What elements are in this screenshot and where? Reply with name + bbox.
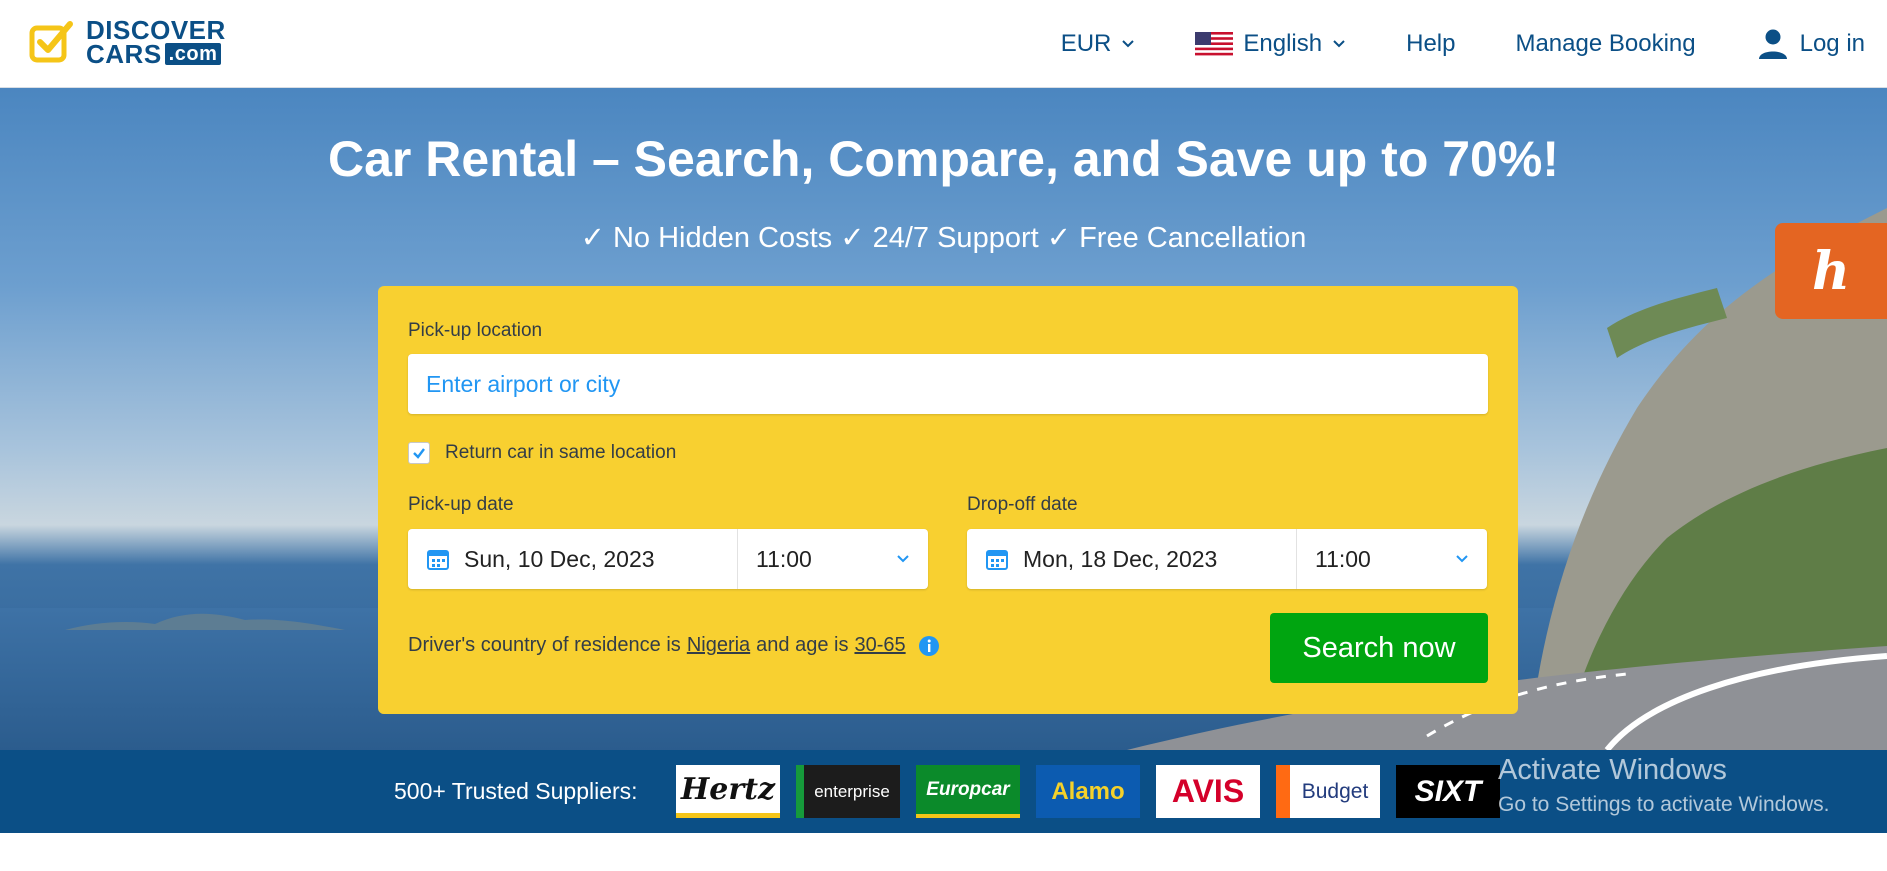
supplier-hertz-logo: Hertz <box>676 765 780 818</box>
search-form: Pick-up location Return car in same loca… <box>378 286 1518 714</box>
dropoff-time-value: 11:00 <box>1315 545 1371 572</box>
return-same-checkbox[interactable] <box>408 442 430 464</box>
dropoff-date-picker[interactable]: Mon, 18 Dec, 2023 <box>967 529 1297 589</box>
dropoff-date-label: Drop-off date <box>967 494 1078 515</box>
logo-line2: CARS .com <box>86 39 226 69</box>
discovercars-logo[interactable]: DISCOVER CARS .com <box>28 17 226 69</box>
pickup-date-label: Pick-up date <box>408 494 514 515</box>
supplier-avis-logo: AVIS <box>1156 765 1260 818</box>
help-link[interactable]: Help <box>1406 30 1455 58</box>
dropoff-date-field: Mon, 18 Dec, 2023 11:00 <box>967 529 1487 589</box>
currency-label: EUR <box>1060 30 1112 57</box>
chevron-down-icon <box>1456 555 1468 563</box>
login-link[interactable]: Log in <box>1756 27 1865 61</box>
supplier-logos: Hertz enterprise Europcar Alamo AVIS Bud… <box>676 765 1500 818</box>
chevron-down-icon <box>1122 40 1135 48</box>
user-icon <box>1758 29 1787 59</box>
logo-cars: CARS <box>86 39 162 69</box>
pickup-time-select[interactable]: 11:00 <box>738 529 928 589</box>
dropoff-date-value: Mon, 18 Dec, 2023 <box>1023 545 1218 572</box>
info-icon[interactable] <box>918 635 940 657</box>
logo-wordmark: DISCOVER CARS .com <box>86 17 226 69</box>
page-continuation <box>0 833 1887 871</box>
currency-selector[interactable]: EUR <box>1061 30 1136 58</box>
chevron-down-icon <box>897 555 909 563</box>
manage-booking-link[interactable]: Manage Booking <box>1515 30 1695 58</box>
watermark-line1: Activate Windows <box>1498 754 1727 786</box>
driver-mid: and age is <box>756 634 849 656</box>
language-label: English <box>1243 30 1323 57</box>
language-selector[interactable]: English <box>1195 30 1346 58</box>
search-now-button[interactable]: Search now <box>1270 613 1488 683</box>
pickup-date-field: Sun, 10 Dec, 2023 11:00 <box>408 529 928 589</box>
supplier-budget-logo: Budget <box>1276 765 1380 818</box>
calendar-icon <box>427 550 449 570</box>
pickup-location-input[interactable] <box>408 354 1488 414</box>
pickup-date-picker[interactable]: Sun, 10 Dec, 2023 <box>408 529 738 589</box>
driver-age-link[interactable]: 30-65 <box>854 634 905 657</box>
pickup-location-label: Pick-up location <box>408 320 543 341</box>
calendar-icon <box>986 550 1008 570</box>
driver-prefix: Driver's country of residence is <box>408 634 681 656</box>
supplier-europcar-logo: Europcar <box>916 765 1020 818</box>
honey-extension-button[interactable]: h <box>1775 223 1887 319</box>
watermark-line2: Go to Settings to activate Windows. <box>1498 793 1830 816</box>
island-illustration <box>65 613 345 630</box>
header-nav: EUR English Help Manage Booking Log in <box>1061 0 1865 88</box>
checkmark-icon <box>413 448 425 459</box>
logo-check-icon <box>29 21 73 63</box>
us-flag-icon <box>1195 32 1234 56</box>
supplier-enterprise-logo: enterprise <box>796 765 900 818</box>
hero-title: Car Rental – Search, Compare, and Save u… <box>328 131 1559 187</box>
supplier-sixt-logo: SIXT <box>1396 765 1500 818</box>
hero-subtitle: ✓ No Hidden Costs ✓ 24/7 Support ✓ Free … <box>580 222 1307 254</box>
login-label: Log in <box>1799 30 1865 57</box>
driver-info-line: Driver's country of residence is Nigeria… <box>408 634 940 657</box>
pickup-date-value: Sun, 10 Dec, 2023 <box>464 545 655 572</box>
dropoff-time-select[interactable]: 11:00 <box>1297 529 1487 589</box>
suppliers-label: 500+ Trusted Suppliers: <box>394 778 638 804</box>
hero-section: Car Rental – Search, Compare, and Save u… <box>0 88 1887 750</box>
supplier-alamo-logo: Alamo <box>1036 765 1140 818</box>
pickup-time-value: 11:00 <box>756 545 812 572</box>
return-same-label: Return car in same location <box>445 442 677 463</box>
chevron-down-icon <box>1333 40 1345 48</box>
logo-com: .com <box>164 43 222 65</box>
activate-windows-watermark: Activate Windows Go to Settings to activ… <box>1498 754 1830 817</box>
driver-country-link[interactable]: Nigeria <box>687 634 750 657</box>
top-header: DISCOVER CARS .com EUR English Help Mana… <box>0 0 1887 88</box>
